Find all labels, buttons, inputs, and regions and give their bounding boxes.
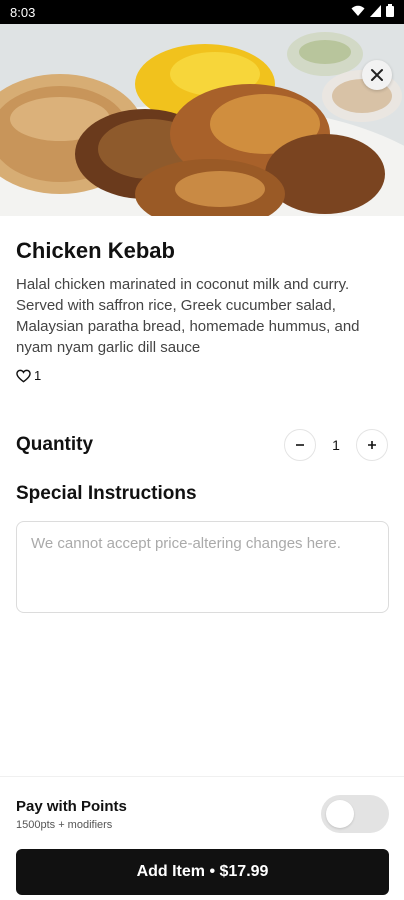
decrement-button[interactable]: [284, 429, 316, 461]
status-icons: [351, 4, 394, 20]
quantity-stepper: 1: [284, 429, 388, 461]
bottom-bar: Pay with Points 1500pts + modifiers Add …: [0, 776, 404, 900]
special-instructions-input[interactable]: [17, 522, 388, 612]
pay-with-points-label: Pay with Points: [16, 797, 127, 815]
status-time: 8:03: [10, 4, 36, 20]
close-icon: [371, 69, 383, 81]
pay-with-points-text: Pay with Points 1500pts + modifiers: [16, 798, 127, 831]
quantity-label: Quantity: [16, 434, 94, 455]
pay-with-points-toggle[interactable]: [321, 795, 389, 833]
food-photo: [0, 24, 404, 216]
add-item-button[interactable]: Add Item • $17.99: [16, 849, 389, 895]
plus-icon: [368, 441, 376, 449]
quantity-row: Quantity 1: [16, 428, 388, 462]
item-description: Halal chicken marinated in coconut milk …: [16, 276, 360, 356]
battery-icon: [386, 4, 394, 20]
status-bar: 8:03: [0, 0, 404, 24]
food-illustration: [0, 24, 404, 216]
points-subtitle: 1500pts + modifiers: [16, 818, 113, 831]
signal-icon: [370, 4, 381, 20]
like-button[interactable]: 1: [16, 368, 388, 383]
minus-icon: [296, 444, 304, 446]
wifi-icon: [351, 5, 365, 20]
increment-button[interactable]: [356, 429, 388, 461]
item-title: Chicken Kebab: [16, 238, 175, 263]
like-count: 1: [34, 368, 42, 383]
item-details: Chicken Kebab Halal chicken marinated in…: [16, 238, 388, 383]
quantity-value: 1: [332, 437, 340, 453]
toggle-knob: [326, 800, 354, 828]
close-button[interactable]: [362, 60, 392, 90]
heart-icon: [16, 369, 31, 382]
special-instructions-field: [16, 521, 389, 613]
pay-with-points-row: Pay with Points 1500pts + modifiers: [16, 795, 389, 833]
special-instructions-label: Special Instructions: [16, 483, 197, 504]
